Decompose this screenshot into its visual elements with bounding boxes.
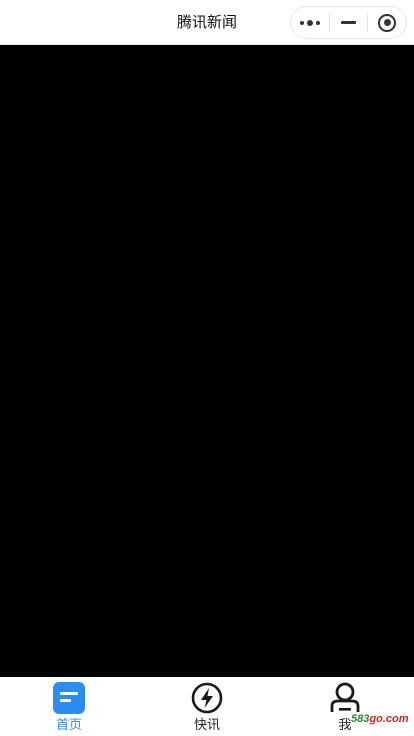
minimize-button[interactable]	[330, 7, 368, 38]
tab-home-label: 首页	[55, 718, 82, 733]
top-navbar: 腾讯新闻	[0, 0, 414, 45]
lightning-bolt-icon	[190, 681, 224, 715]
app-root: 腾讯新闻 首页 快讯 我 583go.com	[0, 0, 414, 736]
bottom-tabbar: 首页 快讯 我	[0, 677, 414, 736]
tab-flash-news[interactable]: 快讯	[138, 677, 276, 736]
tab-flash-news-label: 快讯	[193, 718, 220, 733]
content-area[interactable]	[0, 45, 414, 677]
close-button[interactable]	[368, 7, 406, 38]
minus-icon	[341, 21, 356, 24]
site-watermark: 583go.com	[351, 713, 409, 725]
target-circle-icon	[378, 13, 397, 32]
user-profile-icon	[328, 681, 362, 715]
tab-home[interactable]: 首页	[0, 677, 138, 736]
tab-me-label: 我	[338, 718, 352, 733]
tab-me[interactable]: 我	[276, 677, 414, 736]
home-list-icon	[52, 681, 86, 715]
more-dots-icon	[299, 19, 320, 26]
mini-program-capsule	[290, 6, 407, 39]
more-button[interactable]	[291, 7, 329, 38]
